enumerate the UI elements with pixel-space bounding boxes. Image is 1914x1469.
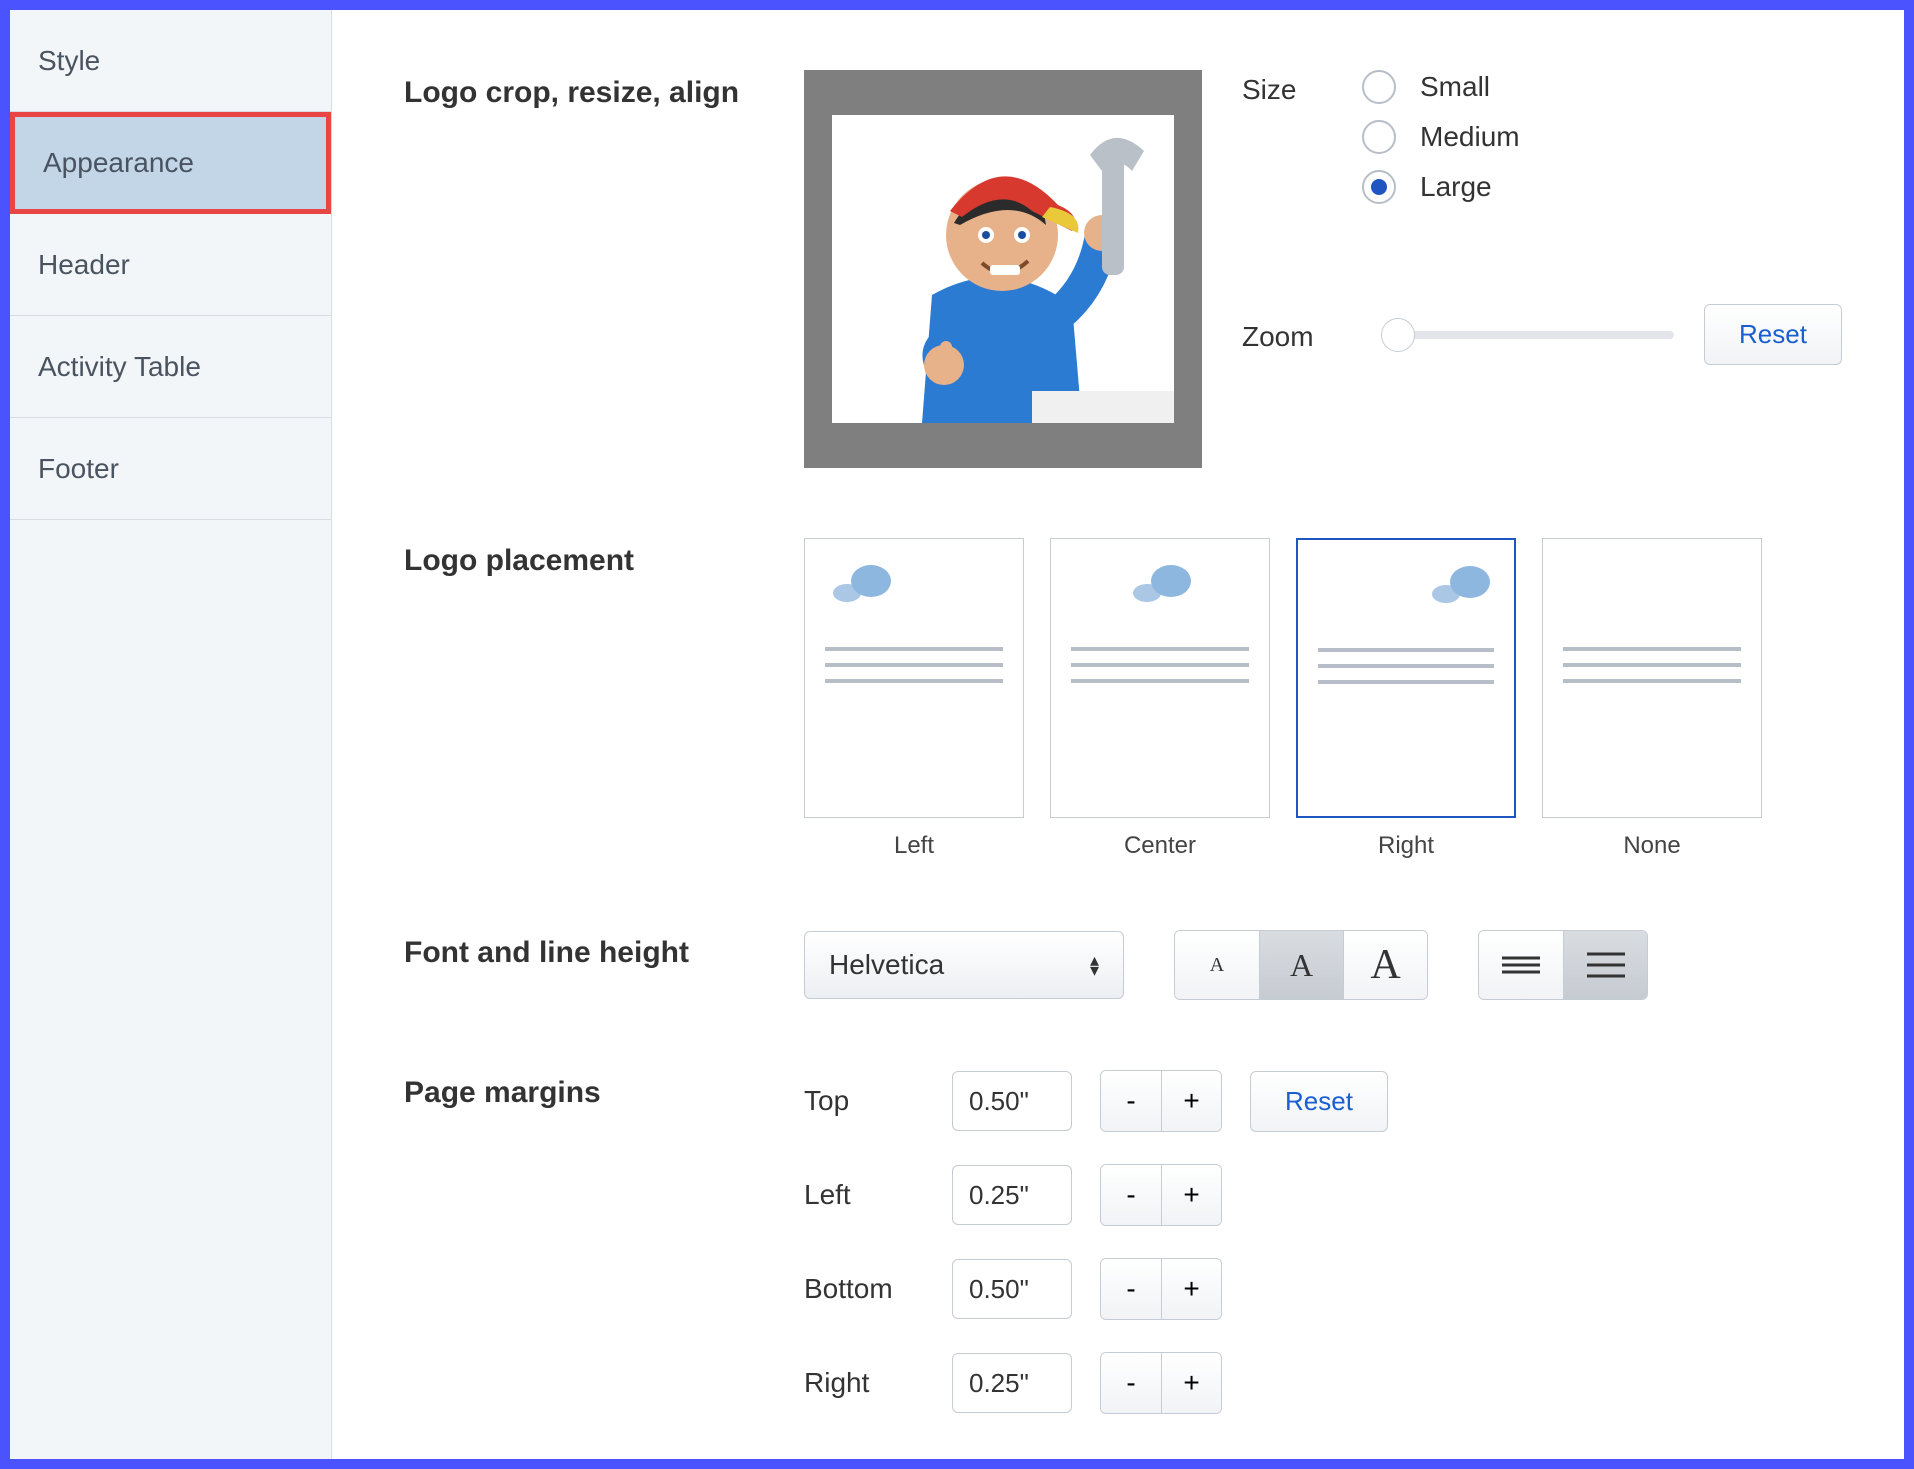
sidebar-item-activity-table[interactable]: Activity Table <box>10 316 331 418</box>
line-height-tight-icon <box>1500 950 1542 980</box>
sidebar-item-label: Activity Table <box>38 351 201 383</box>
sidebar-item-label: Footer <box>38 453 119 485</box>
margin-decrement[interactable]: - <box>1101 1071 1161 1131</box>
zoom-row: Zoom Reset <box>1242 304 1848 365</box>
section-label: Font and line height <box>404 930 804 970</box>
size-label: Size <box>1242 70 1362 106</box>
margin-row-right: Right 0.25" - + <box>804 1352 1388 1414</box>
margin-stepper-bottom: - + <box>1100 1258 1222 1320</box>
line-height-loose[interactable] <box>1563 931 1647 999</box>
placement-tile-left[interactable] <box>804 538 1024 818</box>
sidebar-item-label: Header <box>38 249 130 281</box>
font-size-small[interactable]: A <box>1175 931 1259 999</box>
sidebar-item-appearance[interactable]: Appearance <box>10 112 331 214</box>
margin-stepper-right: - + <box>1100 1352 1222 1414</box>
radio-label: Large <box>1420 171 1492 203</box>
placement-label: None <box>1623 832 1680 860</box>
section-margins: Page margins Top 0.50" - + Reset Left <box>404 1070 1848 1414</box>
margin-label: Left <box>804 1179 924 1211</box>
margin-stepper-left: - + <box>1100 1164 1222 1226</box>
margin-input-right[interactable]: 0.25" <box>952 1353 1072 1413</box>
zoom-reset-button[interactable]: Reset <box>1704 304 1842 365</box>
sidebar: Style Appearance Header Activity Table F… <box>10 10 332 1459</box>
radio-icon <box>1362 120 1396 154</box>
placement-label: Left <box>894 832 934 860</box>
margin-decrement[interactable]: - <box>1101 1353 1161 1413</box>
placement-tile-right[interactable] <box>1296 538 1516 818</box>
margin-input-bottom[interactable]: 0.50" <box>952 1259 1072 1319</box>
logo-side-controls: Size Small Medium <box>1242 70 1848 365</box>
app-frame: Style Appearance Header Activity Table F… <box>0 0 1914 1469</box>
select-value: Helvetica <box>829 949 944 981</box>
section-label: Logo crop, resize, align <box>404 70 804 110</box>
radio-icon <box>1362 70 1396 104</box>
margin-label: Bottom <box>804 1273 924 1305</box>
placement-label: Center <box>1124 832 1196 860</box>
font-size-medium[interactable]: A <box>1259 931 1343 999</box>
line-height-loose-icon <box>1585 950 1627 980</box>
font-family-select[interactable]: Helvetica ▴▾ <box>804 931 1124 999</box>
margin-input-top[interactable]: 0.50" <box>952 1071 1072 1131</box>
section-font: Font and line height Helvetica ▴▾ A A A <box>404 930 1848 1000</box>
margin-stepper-top: - + <box>1100 1070 1222 1132</box>
size-option-large[interactable]: Large <box>1362 170 1520 204</box>
main-panel: Logo crop, resize, align <box>332 10 1904 1459</box>
section-logo-crop: Logo crop, resize, align <box>404 70 1848 468</box>
placement-label: Right <box>1378 832 1434 860</box>
section-label: Page margins <box>404 1070 804 1110</box>
margin-increment[interactable]: + <box>1161 1353 1221 1413</box>
font-size-large[interactable]: A <box>1343 931 1427 999</box>
margin-increment[interactable]: + <box>1161 1071 1221 1131</box>
margin-increment[interactable]: + <box>1161 1259 1221 1319</box>
select-caret-icon: ▴▾ <box>1090 955 1099 975</box>
margin-label: Top <box>804 1085 924 1117</box>
sidebar-item-label: Appearance <box>43 147 194 179</box>
section-logo-placement: Logo placement Left <box>404 538 1848 860</box>
placement-options: Left Center Right <box>804 538 1762 860</box>
font-size-segmented: A A A <box>1174 930 1428 1000</box>
size-option-medium[interactable]: Medium <box>1362 120 1520 154</box>
margin-decrement[interactable]: - <box>1101 1259 1161 1319</box>
margin-row-left: Left 0.25" - + <box>804 1164 1388 1226</box>
margin-input-left[interactable]: 0.25" <box>952 1165 1072 1225</box>
placement-tile-center[interactable] <box>1050 538 1270 818</box>
line-height-tight[interactable] <box>1479 931 1563 999</box>
sidebar-item-label: Style <box>38 45 100 77</box>
section-label: Logo placement <box>404 538 804 578</box>
size-radio-group: Small Medium Large <box>1362 70 1520 204</box>
margin-row-top: Top 0.50" - + Reset <box>804 1070 1388 1132</box>
margin-increment[interactable]: + <box>1161 1165 1221 1225</box>
zoom-slider-thumb[interactable] <box>1381 318 1415 352</box>
margin-label: Right <box>804 1367 924 1399</box>
line-height-segmented <box>1478 930 1648 1000</box>
margins-grid: Top 0.50" - + Reset Left 0.25" - + <box>804 1070 1388 1414</box>
logo-image <box>832 115 1174 423</box>
logo-crop-preview[interactable] <box>804 70 1202 468</box>
size-option-small[interactable]: Small <box>1362 70 1520 104</box>
sidebar-item-footer[interactable]: Footer <box>10 418 331 520</box>
radio-icon <box>1362 170 1396 204</box>
margins-reset-button[interactable]: Reset <box>1250 1071 1388 1132</box>
placement-tile-none[interactable] <box>1542 538 1762 818</box>
sidebar-item-header[interactable]: Header <box>10 214 331 316</box>
margin-decrement[interactable]: - <box>1101 1165 1161 1225</box>
radio-label: Medium <box>1420 121 1520 153</box>
size-row: Size Small Medium <box>1242 70 1848 204</box>
radio-label: Small <box>1420 71 1490 103</box>
margin-row-bottom: Bottom 0.50" - + <box>804 1258 1388 1320</box>
zoom-label: Zoom <box>1242 317 1352 353</box>
zoom-slider[interactable] <box>1382 331 1674 339</box>
sidebar-item-style[interactable]: Style <box>10 10 331 112</box>
